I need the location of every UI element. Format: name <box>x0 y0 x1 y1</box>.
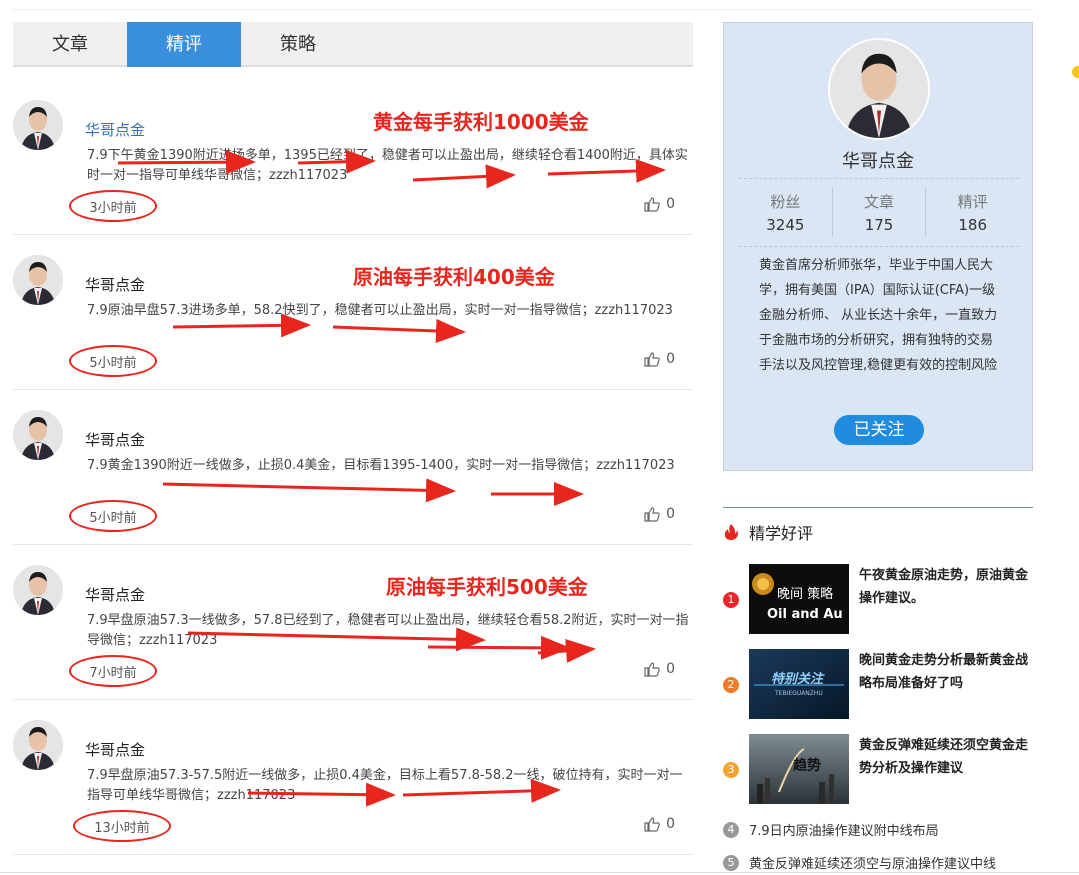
like-button[interactable]: 0 <box>644 506 675 522</box>
author-name[interactable]: 华哥点金 <box>85 584 145 605</box>
like-button[interactable]: 0 <box>644 661 675 677</box>
thumbs-up-icon <box>644 506 660 522</box>
article-thumbnail[interactable]: 特别关注 TEBIEGUANZHU <box>749 649 849 719</box>
post-content: 7.9早盘原油57.3一线做多，57.8已经到了，稳健者可以止盈出局，继续轻仓看… <box>87 613 689 648</box>
thumbnail-title: 晚间 策略 <box>777 586 833 602</box>
post-content: 7.9原油早盘57.3进场多单，58.2快到了，稳健者可以止盈出局，实时一对一指… <box>87 303 673 318</box>
like-count: 0 <box>666 661 675 677</box>
post-time: 3小时前 <box>89 200 137 216</box>
tab-articles[interactable]: 文章 <box>13 22 127 67</box>
author-avatar[interactable] <box>13 720 63 770</box>
recommend-item-title[interactable]: 午夜黄金原油走势，原油黄金操作建议。 <box>859 564 1033 610</box>
like-button[interactable]: 0 <box>644 816 675 832</box>
post-time: 5小时前 <box>89 355 137 371</box>
stat-value: 3245 <box>766 216 805 234</box>
author-name[interactable]: 华哥点金 <box>85 274 145 295</box>
like-button[interactable]: 0 <box>644 196 675 212</box>
rank-badge: 2 <box>723 677 739 693</box>
author-name[interactable]: 华哥点金 <box>85 429 145 450</box>
thumbs-up-icon <box>644 816 660 832</box>
recommend-header: 精学好评 <box>723 520 813 544</box>
review-post: 华哥点金 原油每手获利500美金 7.9早盘原油57.3一线做多，57.8已经到… <box>13 545 693 700</box>
thumbs-up-icon <box>644 661 660 677</box>
post-content: 7.9早盘原油57.3-57.5附近一线做多，止损0.4美金，目标上看57.8-… <box>87 768 683 803</box>
stat-reviews[interactable]: 精评 186 <box>926 187 1019 237</box>
post-content: 7.9下午黄金1390附近进场多单，1395已经到了，稳健者可以止盈出局，继续轻… <box>87 148 688 183</box>
thumbnail-title: 趋势 <box>793 757 821 774</box>
floating-dot[interactable] <box>1072 66 1079 78</box>
post-time: 5小时前 <box>89 510 137 526</box>
stat-value: 175 <box>864 216 894 234</box>
review-post: 华哥点金 7.9黄金1390附近一线做多，止损0.4美金，目标看1395-140… <box>13 390 693 545</box>
thumbs-up-icon <box>644 351 660 367</box>
review-feed: 华哥点金 黄金每手获利1000美金 7.9下午黄金1390附近进场多单，1395… <box>13 80 693 855</box>
review-post: 华哥点金 黄金每手获利1000美金 7.9下午黄金1390附近进场多单，1395… <box>13 80 693 235</box>
profile-avatar[interactable] <box>828 38 930 140</box>
thumbs-up-icon <box>644 196 660 212</box>
post-content: 7.9黄金1390附近一线做多，止损0.4美金，目标看1395-1400，实时一… <box>87 458 675 473</box>
recommend-divider <box>723 507 1033 508</box>
review-post: 华哥点金 原油每手获利400美金 7.9原油早盘57.3进场多单，58.2快到了… <box>13 235 693 390</box>
profile-name: 华哥点金 <box>842 151 914 172</box>
time-annotation-circle: 7小时前 <box>69 655 157 687</box>
stat-label: 文章 <box>864 193 895 211</box>
thumbnail-subtitle: Oil and Au <box>767 607 843 622</box>
profile-bio: 黄金首席分析师张华，毕业于中国人民大学，拥有美国（IPA）国际认证(CFA)一级… <box>759 258 998 373</box>
stat-fans[interactable]: 粉丝 3245 <box>739 187 833 237</box>
rank-badge: 1 <box>723 592 739 608</box>
follow-button[interactable]: 已关注 <box>834 415 924 445</box>
bottom-divider <box>0 872 1079 873</box>
article-thumbnail[interactable]: 趋势 <box>749 734 849 804</box>
stat-articles[interactable]: 文章 175 <box>833 187 927 237</box>
like-count: 0 <box>666 196 675 212</box>
stat-label: 粉丝 <box>770 193 801 211</box>
like-count: 0 <box>666 351 675 367</box>
author-avatar[interactable] <box>13 255 63 305</box>
post-time: 7小时前 <box>89 665 137 681</box>
profit-annotation: 黄金每手获利1000美金 <box>373 110 589 134</box>
divider <box>739 178 1019 179</box>
stat-label: 精评 <box>957 193 988 211</box>
time-annotation-circle: 13小时前 <box>73 810 171 842</box>
rank-badge: 5 <box>723 854 739 871</box>
rank-badge: 3 <box>723 762 739 778</box>
top-divider <box>13 9 1033 10</box>
time-annotation-circle: 5小时前 <box>69 500 157 532</box>
time-annotation-circle: 5小时前 <box>69 345 157 377</box>
profit-annotation: 原油每手获利400美金 <box>353 265 555 289</box>
article-thumbnail[interactable]: 晚间 策略 Oil and Au <box>749 564 849 634</box>
recommend-list-item[interactable]: 4 7.9日内原油操作建议附中线布局 <box>723 820 939 839</box>
profit-annotation: 原油每手获利500美金 <box>386 575 588 599</box>
like-count: 0 <box>666 506 675 522</box>
review-post: 华哥点金 7.9早盘原油57.3-57.5附近一线做多，止损0.4美金，目标上看… <box>13 700 693 855</box>
recommend-item-title[interactable]: 晚间黄金走势分析最新黄金战略布局准备好了吗 <box>859 649 1033 695</box>
profile-stats: 粉丝 3245 文章 175 精评 186 <box>739 187 1019 237</box>
thumbnail-subtitle: TEBIEGUANZHU <box>774 690 823 697</box>
author-avatar[interactable] <box>13 565 63 615</box>
recommend-title: 精学好评 <box>749 524 814 543</box>
recommend-list-item[interactable]: 5 黄金反弹难延续还须空与原油操作建议中线 <box>723 853 996 872</box>
recommend-item-title[interactable]: 黄金反弹难延续还须空黄金走势分析及操作建议 <box>859 734 1033 780</box>
post-time: 13小时前 <box>94 820 150 836</box>
tab-bar: 文章 精评 策略 <box>13 22 693 67</box>
divider <box>739 246 1019 247</box>
fire-icon <box>724 524 738 540</box>
tab-strategy[interactable]: 策略 <box>241 22 355 67</box>
author-name[interactable]: 华哥点金 <box>85 119 145 140</box>
author-name[interactable]: 华哥点金 <box>85 739 145 760</box>
stat-value: 186 <box>958 216 987 234</box>
like-button[interactable]: 0 <box>644 351 675 367</box>
author-avatar[interactable] <box>13 100 63 150</box>
rank-badge: 4 <box>723 821 739 838</box>
like-count: 0 <box>666 816 675 832</box>
author-avatar[interactable] <box>13 410 63 460</box>
thumbnail-title: 特别关注 <box>771 671 825 687</box>
time-annotation-circle: 3小时前 <box>69 190 157 222</box>
author-profile-card: 华哥点金 粉丝 3245 文章 175 精评 186 黄金首席分析师张华，毕业于… <box>723 22 1033 471</box>
recommend-list-title[interactable]: 黄金反弹难延续还须空与原油操作建议中线 <box>749 853 996 872</box>
recommend-list-title[interactable]: 7.9日内原油操作建议附中线布局 <box>749 820 939 839</box>
tab-reviews[interactable]: 精评 <box>127 22 241 67</box>
